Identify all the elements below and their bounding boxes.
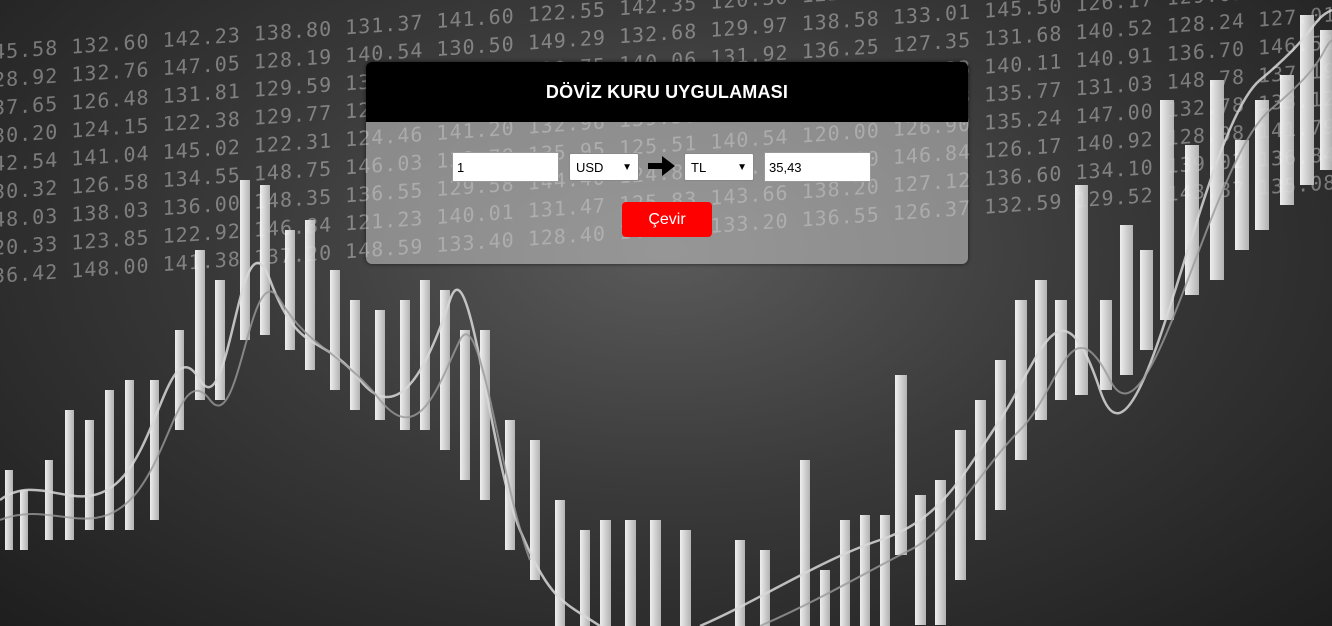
chevron-down-icon: ▼	[737, 161, 747, 173]
convert-button[interactable]: Çevir	[622, 202, 712, 237]
amount-input[interactable]	[452, 152, 559, 182]
converter-panel: DÖVİZ KURU UYGULAMASI USD ▼ TL ▼ Çevir	[366, 62, 968, 264]
to-currency-value: TL	[691, 159, 707, 175]
app-title: DÖVİZ KURU UYGULAMASI	[366, 62, 968, 122]
from-currency-select[interactable]: USD ▼	[569, 153, 639, 181]
converter-body: USD ▼ TL ▼ Çevir	[366, 122, 968, 264]
to-currency-select[interactable]: TL ▼	[684, 153, 754, 181]
result-output[interactable]	[764, 152, 871, 182]
right-arrow-icon	[648, 156, 675, 176]
conversion-row: USD ▼ TL ▼	[366, 152, 968, 184]
chevron-down-icon: ▼	[622, 161, 632, 173]
from-currency-value: USD	[576, 159, 604, 175]
